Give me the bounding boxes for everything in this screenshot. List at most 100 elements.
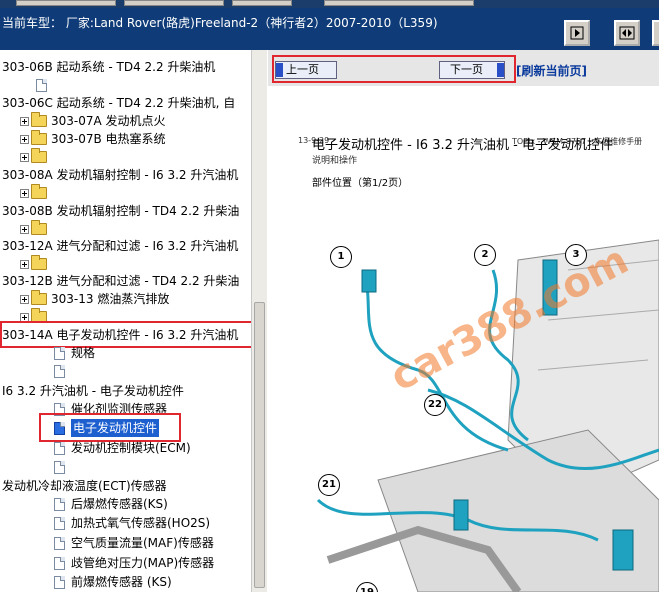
tree-item[interactable] bbox=[20, 220, 51, 238]
tree-item[interactable]: I6 3.2 升汽油机 - 电子发动机控件 bbox=[2, 382, 184, 400]
tree-item[interactable]: 前爆燃传感器 (KS) bbox=[54, 573, 172, 591]
document-title: 电子发动机控件 - I6 3.2 升汽油机 - 电子发动机控件 bbox=[312, 138, 613, 153]
page-nav-bar: 上一页 下一页 [刷新当前页] bbox=[268, 50, 659, 86]
sensor-body bbox=[453, 499, 469, 531]
tree-item-label: 发动机控制模块(ECM) bbox=[71, 441, 191, 455]
tree-item[interactable] bbox=[20, 184, 51, 202]
expand-icon[interactable] bbox=[20, 259, 29, 269]
tree-item-label: 规格 bbox=[71, 346, 96, 360]
callout-2: 2 bbox=[474, 244, 496, 266]
top-tab[interactable] bbox=[324, 0, 474, 6]
top-tab[interactable] bbox=[16, 0, 116, 6]
tree-item[interactable]: 空气质量流量(MAF)传感器 bbox=[54, 534, 214, 552]
callout-21: 21 bbox=[318, 474, 340, 496]
expand-icon[interactable] bbox=[20, 294, 29, 304]
left-arrow-icon bbox=[276, 63, 283, 77]
tree-item[interactable]: 303-08A 发动机辐射控制 - I6 3.2 升汽油机 bbox=[2, 166, 238, 184]
document-subtitle: 说明和操作 bbox=[312, 156, 358, 166]
tree-item[interactable] bbox=[20, 255, 51, 273]
document-icon bbox=[36, 78, 47, 92]
tree-item-label: 303-07B 电热塞系统 bbox=[51, 132, 166, 146]
folder-icon bbox=[31, 255, 47, 270]
sensor-body bbox=[612, 529, 634, 571]
folder-icon bbox=[31, 184, 47, 199]
tree-item-label: 303-06B 起动系统 - TD4 2.2 升柴油机 bbox=[2, 60, 216, 74]
tree-item[interactable] bbox=[20, 148, 51, 166]
refresh-page-link[interactable]: [刷新当前页] bbox=[516, 62, 587, 79]
highlight-box bbox=[39, 413, 181, 442]
double-arrow-toolbar-button[interactable] bbox=[614, 20, 640, 46]
tree-item-label: 加热式氧气传感器(HO2S) bbox=[71, 516, 211, 530]
right-arrow-icon bbox=[570, 26, 584, 40]
document-icon bbox=[54, 536, 65, 550]
prev-page-label: 上一页 bbox=[286, 63, 319, 76]
tree-item[interactable]: 303-13 燃油蒸汽排放 bbox=[20, 290, 169, 308]
double-arrow-icon bbox=[619, 26, 635, 40]
tree-item-label: 303-06C 起动系统 - TD4 2.2 升柴油机, 自 bbox=[2, 96, 236, 110]
tree-item-label: 前爆燃传感器 (KS) bbox=[71, 575, 172, 589]
tree-item-label: 发动机冷却液温度(ECT)传感器 bbox=[2, 479, 167, 493]
tree-item[interactable] bbox=[54, 362, 71, 380]
tree-scrollbar[interactable] bbox=[251, 50, 267, 592]
document-icon bbox=[54, 556, 65, 570]
tree-item[interactable] bbox=[54, 458, 71, 476]
highlight-box: 上一页 下一页 bbox=[272, 55, 516, 83]
tree-item[interactable]: 规格 bbox=[54, 344, 95, 362]
tree-item[interactable]: 303-12B 进气分配和过滤 - TD4 2.2 升柴油 bbox=[2, 272, 239, 290]
top-tab[interactable] bbox=[124, 0, 224, 6]
partial-toolbar-button[interactable] bbox=[652, 20, 659, 46]
folder-icon bbox=[31, 290, 47, 305]
tree-item[interactable]: 加热式氧气传感器(HO2S) bbox=[54, 514, 210, 532]
document-icon bbox=[54, 497, 65, 511]
top-tab[interactable] bbox=[232, 0, 292, 6]
highlight-box bbox=[0, 321, 251, 348]
tree-item[interactable]: 303-07A 发动机点火 bbox=[20, 112, 166, 130]
tree-item-label: 303-12A 进气分配和过滤 - I6 3.2 升汽油机 bbox=[2, 239, 239, 253]
folder-icon bbox=[31, 112, 47, 127]
document-panel: 上一页 下一页 [刷新当前页] 13-9-29 TOPIx - WSM-9757… bbox=[268, 50, 659, 592]
prev-page-button[interactable]: 上一页 bbox=[275, 61, 337, 79]
current-model-title: 当前车型： 厂家:Land Rover(路虎)Freeland-2（神行者2）2… bbox=[2, 16, 438, 30]
top-strip bbox=[0, 0, 659, 8]
expand-icon[interactable] bbox=[20, 188, 29, 198]
tree-panel: 303-06B 起动系统 - TD4 2.2 升柴油机 303-06C 起动系统… bbox=[0, 50, 251, 592]
tree-item-label: 303-13 燃油蒸汽排放 bbox=[51, 292, 170, 306]
tree-item-label: 303-08B 发动机辐射控制 - TD4 2.2 升柴油 bbox=[2, 204, 240, 218]
scrollbar-thumb[interactable] bbox=[254, 302, 265, 588]
tree-item[interactable]: 303-08B 发动机辐射控制 - TD4 2.2 升柴油 bbox=[2, 202, 239, 220]
document-icon bbox=[54, 441, 65, 455]
document-icon bbox=[54, 516, 65, 530]
callout-1: 1 bbox=[330, 246, 352, 268]
callout-22: 22 bbox=[424, 394, 446, 416]
tree-item[interactable]: 303-06C 起动系统 - TD4 2.2 升柴油机, 自 bbox=[2, 94, 235, 112]
next-page-toolbar-button[interactable] bbox=[564, 20, 590, 46]
tree-item[interactable]: 歧管绝对压力(MAP)传感器 bbox=[54, 554, 214, 572]
expand-icon[interactable] bbox=[20, 152, 29, 162]
tree-item[interactable]: 303-12A 进气分配和过滤 - I6 3.2 升汽油机 bbox=[2, 237, 238, 255]
section-heading: 部件位置（第1/2页） bbox=[312, 178, 409, 189]
next-page-label: 下一页 bbox=[450, 63, 483, 76]
document-icon bbox=[54, 364, 65, 378]
tree-item[interactable]: 发动机控制模块(ECM) bbox=[54, 439, 191, 457]
tree-item[interactable] bbox=[36, 76, 53, 94]
tree-item-label: 空气质量流量(MAF)传感器 bbox=[71, 536, 214, 550]
tree-item-label: 后爆燃传感器(KS) bbox=[71, 497, 168, 511]
tree-item[interactable]: 后爆燃传感器(KS) bbox=[54, 495, 168, 513]
tree-item-label: 303-07A 发动机点火 bbox=[51, 114, 166, 128]
expand-icon[interactable] bbox=[20, 134, 29, 144]
folder-icon bbox=[31, 130, 47, 145]
sensor-body bbox=[361, 269, 377, 293]
tree-item[interactable]: 发动机冷却液温度(ECT)传感器 bbox=[2, 477, 167, 495]
tree-item-label: 303-12B 进气分配和过滤 - TD4 2.2 升柴油 bbox=[2, 274, 240, 288]
expand-icon[interactable] bbox=[20, 116, 29, 126]
header-bar: 当前车型： 厂家:Land Rover(路虎)Freeland-2（神行者2）2… bbox=[0, 8, 659, 50]
tree-item[interactable]: 303-06B 起动系统 - TD4 2.2 升柴油机 bbox=[2, 58, 215, 76]
document-icon bbox=[54, 460, 65, 474]
tree-item-label: 歧管绝对压力(MAP)传感器 bbox=[71, 556, 215, 570]
tree-item-label: 303-08A 发动机辐射控制 - I6 3.2 升汽油机 bbox=[2, 168, 239, 182]
tree-item[interactable]: 303-07B 电热塞系统 bbox=[20, 130, 166, 148]
next-page-button[interactable]: 下一页 bbox=[439, 61, 505, 79]
expand-icon[interactable] bbox=[20, 224, 29, 234]
right-arrow-icon bbox=[497, 63, 504, 77]
document-icon bbox=[54, 346, 65, 360]
